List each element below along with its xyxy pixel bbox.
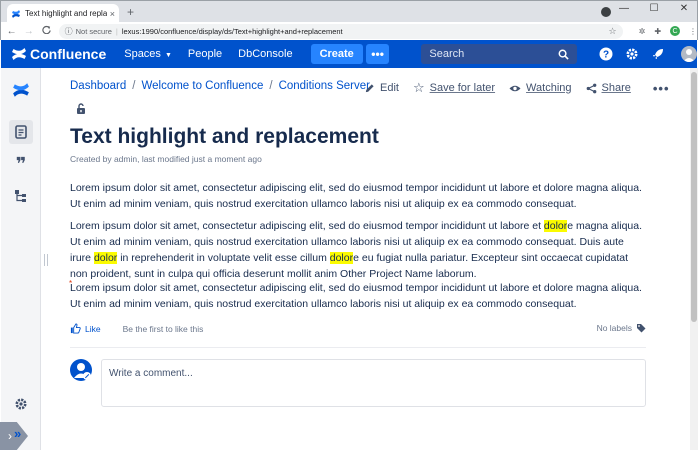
paragraph-1: Lorem ipsum dolor sit amet, consectetur … (70, 182, 642, 210)
search-input[interactable]: Search (421, 44, 577, 64)
blog-quote-icon[interactable]: ❞ (9, 152, 33, 176)
create-button[interactable]: Create (310, 44, 363, 64)
browser-tab-strip: Text highlight and replacement × + — ☐ ✕ (0, 0, 698, 23)
expand-sidebar-chevrons-icon[interactable]: » (14, 426, 21, 441)
search-icon (558, 49, 569, 60)
likes-section: Like Be the first to like this (70, 323, 203, 334)
space-settings-gear-icon[interactable] (9, 392, 33, 416)
watching-button[interactable]: Watching (509, 82, 572, 94)
paragraph-2: Lorem ipsum dolor sit amet, consectetur … (70, 218, 646, 282)
settings-gear-icon[interactable] (625, 47, 639, 61)
space-sidebar: ❞ (1, 68, 41, 450)
reload-icon[interactable] (39, 25, 52, 37)
forward-arrow-icon[interactable]: → (22, 26, 35, 37)
gear-icon[interactable]: ✲ (639, 27, 646, 36)
breadcrumb-separator: / (132, 80, 136, 92)
comment-input[interactable]: Write a comment... (101, 359, 646, 407)
more-actions-button[interactable]: ••• (653, 81, 670, 96)
svg-text:?: ? (603, 50, 609, 61)
browser-toolbar: ← → ⓘ Not secure | lexus:1990/confluence… (0, 22, 698, 40)
create-more-button[interactable]: ••• (365, 44, 390, 64)
search-placeholder: Search (429, 48, 465, 60)
confluence-logo-icon (12, 48, 26, 60)
download-indicator-icon[interactable] (601, 7, 611, 17)
bookmark-star-icon[interactable]: ☆ (609, 26, 617, 37)
save-for-later-label: Save for later (429, 82, 496, 94)
confluence-favicon-icon (12, 9, 20, 18)
kebab-menu-icon[interactable]: ⋮ (689, 27, 697, 36)
star-icon: ☆ (412, 80, 425, 95)
security-label: Not secure (75, 26, 112, 36)
info-icon[interactable]: ⓘ (65, 26, 73, 37)
tab-title: Text highlight and replacement (25, 9, 107, 18)
tag-icon (637, 324, 646, 333)
browser-tab[interactable]: Text highlight and replacement × (7, 4, 119, 23)
address-bar[interactable]: ⓘ Not secure | lexus:1990/confluence/dis… (58, 23, 623, 39)
help-icon[interactable]: ? (599, 47, 613, 61)
puzzle-icon[interactable]: ✚ (654, 27, 661, 36)
minimize-button[interactable]: — (617, 3, 631, 14)
like-button[interactable]: Like (70, 323, 101, 334)
breadcrumb-dashboard[interactable]: Dashboard (70, 80, 126, 92)
share-icon (586, 83, 596, 93)
sidebar-resize-handle[interactable] (44, 254, 48, 266)
paragraph-3: Lorem ipsum dolor sit amet, consectetur … (70, 282, 642, 310)
share-button[interactable]: Share (586, 82, 631, 94)
space-logo-icon[interactable] (9, 78, 33, 102)
thumbs-up-icon (70, 323, 81, 334)
highlighted-word: dolor (543, 220, 568, 232)
confluence-logo[interactable]: Confluence (11, 46, 106, 62)
pencil-icon (365, 83, 374, 92)
pages-icon[interactable] (9, 120, 33, 144)
watching-label: Watching (526, 82, 572, 94)
confluence-header: Confluence Spaces ▼ People DbConsole Crea… (1, 40, 697, 68)
extension-icons: ✲ ✚ C ⋮ (639, 26, 697, 36)
commenter-avatar (70, 359, 92, 381)
notifications-rocket-icon[interactable] (651, 47, 665, 61)
labels-text: No labels (596, 323, 632, 333)
unlock-restrictions-icon[interactable] (76, 101, 86, 119)
separator: | (115, 26, 118, 36)
save-for-later-button[interactable]: ☆ Save for later (413, 80, 495, 96)
likes-message: Be the first to like this (122, 323, 204, 334)
scrollbar-thumb[interactable] (691, 72, 697, 322)
header-nav: Spaces ▼ People DbConsole (124, 48, 292, 60)
user-avatar[interactable] (681, 46, 697, 62)
text-segment: Lorem ipsum dolor sit amet, consectetur … (70, 220, 544, 232)
maximize-button[interactable]: ☐ (647, 3, 661, 14)
profile-avatar[interactable]: C (670, 26, 681, 36)
breadcrumb-welcome[interactable]: Welcome to Confluence (141, 80, 263, 92)
hierarchy-tree-icon[interactable] (9, 184, 33, 208)
breadcrumb-conditions-server[interactable]: Conditions Server (279, 80, 370, 92)
breadcrumb-separator: / (269, 80, 273, 92)
chevron-down-icon: ▼ (164, 52, 172, 59)
edit-label: Edit (380, 82, 399, 94)
new-tab-button[interactable]: + (127, 5, 134, 19)
spaces-menu[interactable]: Spaces ▼ (124, 48, 172, 60)
page-title: Text highlight and replacement (70, 125, 379, 148)
dbconsole-link[interactable]: DbConsole (238, 48, 292, 60)
tab-close-icon[interactable]: × (110, 9, 115, 19)
labels-section[interactable]: No labels (597, 323, 646, 333)
divider (70, 347, 646, 348)
window-close-button[interactable]: ✕ (677, 3, 691, 14)
back-arrow-icon[interactable]: ← (5, 26, 18, 37)
share-label: Share (601, 82, 631, 94)
page-byline: Created by admin, last modified just a m… (70, 154, 262, 164)
page-actions: Edit ☆ Save for later Watching Share ••• (364, 80, 670, 96)
breadcrumb: Dashboard / Welcome to Confluence / Cond… (70, 80, 370, 92)
highlighted-word: dolor (93, 252, 118, 264)
people-link[interactable]: People (188, 48, 222, 60)
spaces-label: Spaces (124, 48, 161, 60)
eye-icon (509, 85, 521, 91)
window-controls: — ☐ ✕ (617, 3, 691, 14)
edit-button[interactable]: Edit (364, 82, 399, 94)
text-segment: in reprehenderit in voluptate velit esse… (117, 252, 330, 264)
url-text[interactable]: lexus:1990/confluence/display/ds/Text+hi… (122, 27, 343, 36)
header-icons: ? (599, 46, 697, 62)
highlighted-word: dolor (329, 252, 354, 264)
like-label: Like (85, 323, 101, 334)
brand-name: Confluence (30, 46, 107, 62)
